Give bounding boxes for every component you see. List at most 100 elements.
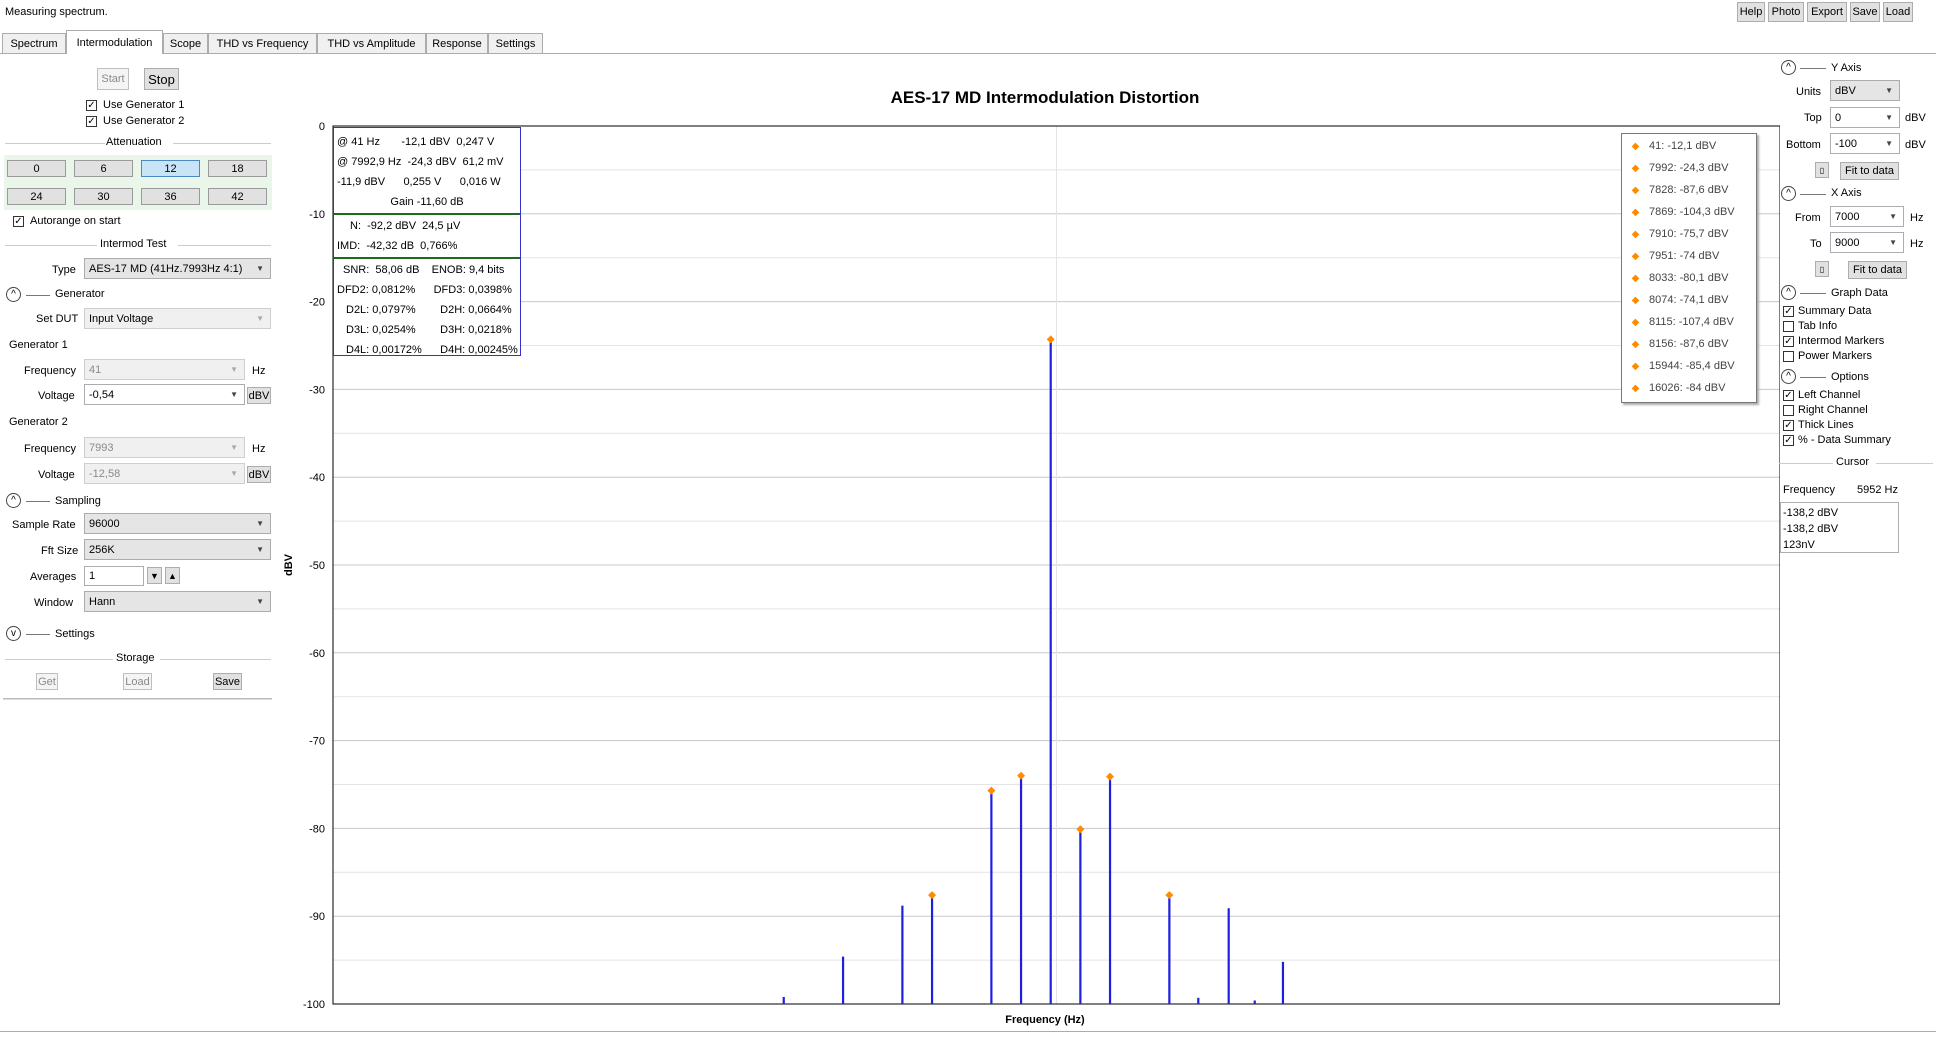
window-select[interactable]: Hann ▼	[84, 591, 271, 612]
storage-save-button[interactable]: Save	[213, 673, 242, 690]
tab-thd-vs-amplitude[interactable]: THD vs Amplitude	[317, 33, 426, 53]
storage-get-button[interactable]: Get	[36, 673, 58, 690]
summary-row-3: -11,9 dBV 0,255 V 0,016 W	[337, 176, 501, 188]
averages-decrement-icon[interactable]: ▼	[147, 567, 162, 584]
tab-thd-vs-frequency[interactable]: THD vs Frequency	[208, 33, 317, 53]
legend-item: ◆ 7869: -104,3 dBV	[1622, 201, 1756, 223]
tab-intermodulation[interactable]: Intermodulation	[66, 30, 163, 54]
sample-rate-select[interactable]: 96000 ▼	[84, 513, 271, 534]
top-value: 0	[1835, 111, 1842, 124]
right-channel-checkbox[interactable]	[1783, 405, 1794, 416]
percent-data-summary-label: % - Data Summary	[1798, 434, 1891, 446]
gen2-frequency-unit: Hz	[252, 443, 266, 455]
legend-item: ◆ 7992: -24,3 dBV	[1622, 157, 1756, 179]
chart-gridlines	[333, 125, 1780, 1005]
x-lock-icon[interactable]: ▯	[1815, 261, 1829, 277]
averages-increment-icon[interactable]: ▲	[165, 567, 180, 584]
photo-button[interactable]: Photo	[1768, 2, 1804, 22]
bottom-input[interactable]: -100 ▼	[1830, 133, 1900, 154]
y-fit-to-data-button[interactable]: Fit to data	[1840, 162, 1899, 180]
generator-title: Generator	[55, 288, 105, 300]
diamond-marker-icon: ◆	[1631, 228, 1640, 240]
summary-d2: D2L: 0,0797% D2H: 0,0664%	[346, 304, 512, 316]
legend-item: ◆ 7910: -75,7 dBV	[1622, 223, 1756, 245]
type-select[interactable]: AES-17 MD (41Hz.7993Hz 4:1) ▼	[84, 258, 271, 279]
load-button[interactable]: Load	[1883, 2, 1913, 22]
gen2-frequency-value: 7993	[89, 441, 114, 454]
y-tick-label: -100	[303, 999, 325, 1011]
power-markers-checkbox[interactable]	[1783, 351, 1794, 362]
chevron-down-icon: ▼	[256, 597, 264, 606]
collapse-generator-icon[interactable]: ^	[6, 287, 21, 302]
save-button[interactable]: Save	[1850, 2, 1880, 22]
to-input[interactable]: 9000 ▼	[1830, 232, 1904, 253]
gen2-voltage-input[interactable]: -12,58 ▼	[84, 463, 245, 484]
percent-data-summary-checkbox[interactable]: ✓	[1783, 435, 1794, 446]
tab-settings[interactable]: Settings	[488, 33, 543, 53]
units-select[interactable]: dBV ▼	[1830, 80, 1900, 101]
collapse-graph-data-icon[interactable]: ^	[1781, 285, 1796, 300]
y-tick-labels: 0 -10 -20 -30 -40 -50 -60 -70 -80 -90 -100	[303, 121, 325, 1011]
spectrum-lines	[782, 339, 1285, 1004]
tab-info-checkbox[interactable]	[1783, 321, 1794, 332]
summary-data-checkbox[interactable]: ✓	[1783, 306, 1794, 317]
summary-divider-2	[334, 257, 520, 259]
gen1-voltage-unit-button[interactable]: dBV	[247, 387, 271, 404]
collapse-y-axis-icon[interactable]: ^	[1781, 60, 1796, 75]
attenuation-30[interactable]: 30	[74, 188, 133, 205]
help-button[interactable]: Help	[1737, 2, 1765, 22]
power-markers-label: Power Markers	[1798, 350, 1872, 362]
left-channel-checkbox[interactable]: ✓	[1783, 390, 1794, 401]
type-label: Type	[52, 264, 76, 276]
export-button[interactable]: Export	[1807, 2, 1847, 22]
x-fit-to-data-button[interactable]: Fit to data	[1848, 261, 1907, 279]
attenuation-24[interactable]: 24	[7, 188, 66, 205]
attenuation-0[interactable]: 0	[7, 160, 66, 177]
attenuation-36[interactable]: 36	[141, 188, 200, 205]
gen2-voltage-unit-button[interactable]: dBV	[247, 466, 271, 483]
storage-rule-right	[160, 659, 271, 660]
from-input[interactable]: 7000 ▼	[1830, 206, 1904, 227]
y-lock-icon[interactable]: ▯	[1815, 162, 1829, 178]
thick-lines-checkbox[interactable]: ✓	[1783, 420, 1794, 431]
use-generator-2-checkbox[interactable]: ✓	[86, 116, 97, 127]
cursor-values-box: -138,2 dBV -138,2 dBV 123nV	[1780, 502, 1899, 553]
autorange-checkbox[interactable]: ✓	[13, 216, 24, 227]
sampling-rule	[26, 501, 50, 502]
fft-size-select[interactable]: 256K ▼	[84, 539, 271, 560]
cursor-rule-left	[1779, 463, 1833, 464]
legend-item: ◆ 7951: -74 dBV	[1622, 245, 1756, 267]
storage-load-button[interactable]: Load	[123, 673, 152, 690]
set-dut-select[interactable]: Input Voltage ▼	[84, 308, 271, 329]
tab-scope[interactable]: Scope	[163, 33, 208, 53]
legend-item: ◆ 8074: -74,1 dBV	[1622, 289, 1756, 311]
start-button[interactable]: Start	[97, 68, 129, 90]
diamond-marker-icon: ◆	[1631, 294, 1640, 306]
bottom-value: -100	[1835, 137, 1858, 150]
expand-settings-icon[interactable]: v	[6, 626, 21, 641]
attenuation-42[interactable]: 42	[208, 188, 267, 205]
gen1-voltage-input[interactable]: -0,54 ▼	[84, 384, 245, 405]
gen2-frequency-input[interactable]: 7993 ▼	[84, 437, 245, 458]
intermod-rule-left	[5, 245, 97, 246]
attenuation-12[interactable]: 12	[141, 160, 200, 177]
thick-lines-label: Thick Lines	[1798, 419, 1854, 431]
chevron-down-icon: ▼	[256, 519, 264, 528]
intermod-rule-right	[178, 245, 271, 246]
cursor-frequency-value: 5952 Hz	[1857, 484, 1898, 496]
collapse-sampling-icon[interactable]: ^	[6, 493, 21, 508]
tab-strip-border	[0, 53, 1936, 54]
tab-spectrum[interactable]: Spectrum	[2, 33, 66, 53]
averages-input[interactable]: 1	[84, 566, 144, 586]
intermod-markers-checkbox[interactable]: ✓	[1783, 336, 1794, 347]
stop-button[interactable]: Stop	[144, 68, 179, 90]
attenuation-18[interactable]: 18	[208, 160, 267, 177]
top-input[interactable]: 0 ▼	[1830, 107, 1900, 128]
use-generator-1-checkbox[interactable]: ✓	[86, 100, 97, 111]
gen1-frequency-input[interactable]: 41 ▼	[84, 359, 245, 380]
tab-response[interactable]: Response	[426, 33, 488, 53]
attenuation-6[interactable]: 6	[74, 160, 133, 177]
collapse-x-axis-icon[interactable]: ^	[1781, 186, 1796, 201]
summary-imd: IMD: -42,32 dB 0,766%	[337, 240, 458, 252]
collapse-options-icon[interactable]: ^	[1781, 369, 1796, 384]
